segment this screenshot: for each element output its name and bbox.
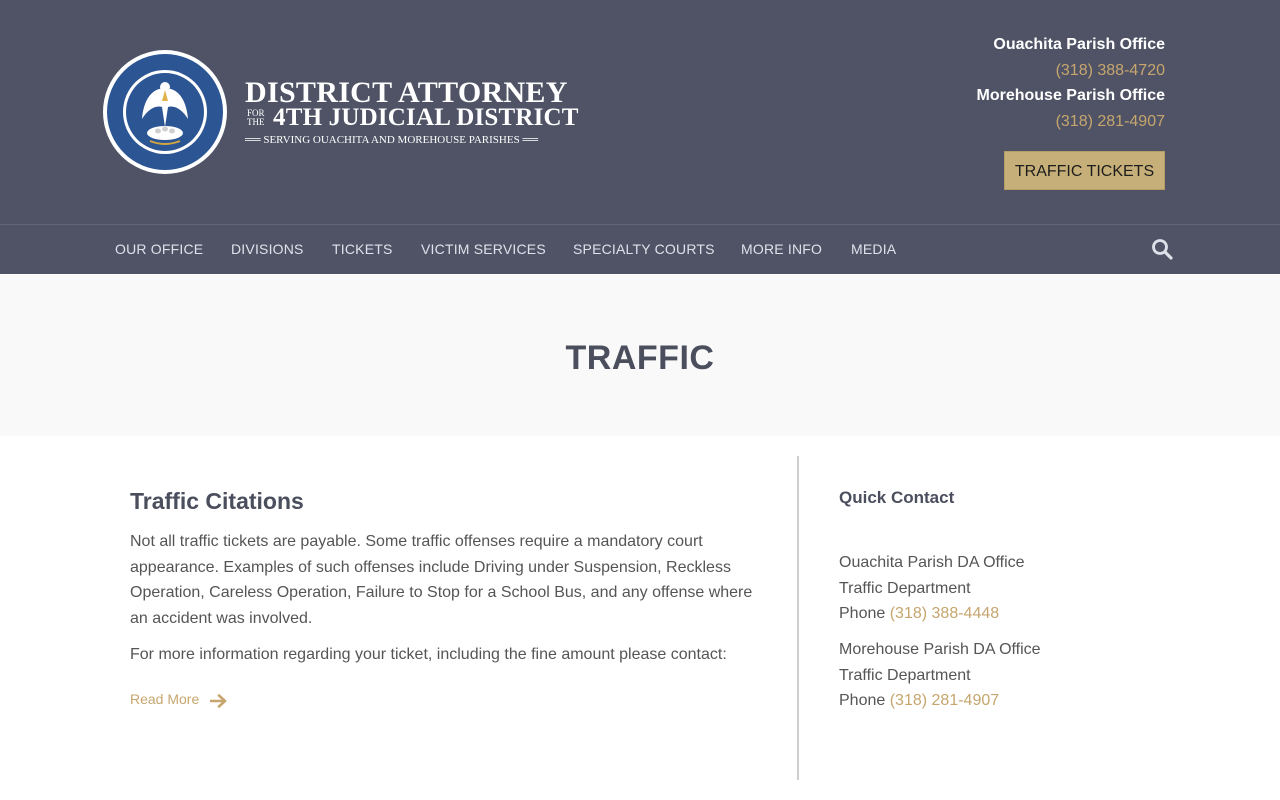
- header-office-phone[interactable]: (318) 388-4720: [977, 58, 1165, 84]
- header-office-phone[interactable]: (318) 281-4907: [977, 109, 1165, 135]
- read-more-label: Read More: [130, 691, 200, 707]
- contact-office: Ouachita Parish DA Office: [839, 554, 1025, 571]
- contact-block: Morehouse Parish DA Office Traffic Depar…: [839, 637, 1041, 714]
- arrow-right-icon: [210, 694, 227, 708]
- contact-phone[interactable]: (318) 388-4448: [890, 605, 999, 622]
- header-contact: Ouachita Parish Office (318) 388-4720 Mo…: [977, 32, 1166, 134]
- nav-item-our-office[interactable]: OUR OFFICE: [115, 225, 203, 274]
- nav-item-victim-services[interactable]: VICTIM SERVICES: [421, 225, 546, 274]
- quick-contact-sidebar: Quick Contact Ouachita Parish DA Office …: [839, 488, 1159, 709]
- contact-phone-row: Phone (318) 388-4448: [839, 601, 1025, 627]
- traffic-tickets-button[interactable]: TRAFFIC TICKETS: [1004, 151, 1165, 190]
- sidebar-heading: Quick Contact: [839, 488, 955, 507]
- louisiana-seal-logo[interactable]: [102, 49, 228, 175]
- site-header: DISTRICT ATTORNEY FOR THE 4TH JUDICIAL DI…: [0, 0, 1280, 224]
- contact-phone-label: Phone: [839, 605, 886, 622]
- body-paragraph: Not all traffic tickets are payable. Som…: [130, 533, 753, 627]
- nav-item-specialty-courts[interactable]: SPECIALTY COURTS: [573, 225, 715, 274]
- contact-phone-row: Phone (318) 281-4907: [839, 688, 1041, 714]
- section-heading: Traffic Citations: [130, 488, 304, 514]
- main-content: Traffic Citations Not all traffic ticket…: [130, 488, 760, 708]
- page-title: TRAFFIC: [565, 339, 715, 377]
- brand-for-the: FOR THE: [247, 108, 265, 127]
- read-more-link[interactable]: Read More: [130, 691, 227, 708]
- contact-office: Morehouse Parish DA Office: [839, 641, 1041, 658]
- contact-dept: Traffic Department: [839, 579, 971, 597]
- body-paragraph: For more information regarding your tick…: [130, 646, 727, 663]
- main-nav: OUR OFFICE DIVISIONS TICKETS VICTIM SERV…: [0, 224, 1280, 274]
- column-divider: [797, 456, 799, 780]
- brand-tagline: ══ SERVING OUACHITA AND MOREHOUSE PARISH…: [245, 134, 539, 146]
- contact-phone[interactable]: (318) 281-4907: [890, 692, 999, 709]
- page-hero: TRAFFIC: [0, 275, 1280, 436]
- contact-block: Ouachita Parish DA Office Traffic Depart…: [839, 550, 1025, 627]
- nav-item-tickets[interactable]: TICKETS: [332, 225, 393, 274]
- nav-item-divisions[interactable]: DIVISIONS: [231, 225, 304, 274]
- contact-dept: Traffic Department: [839, 666, 971, 684]
- header-office-name: Ouachita Parish Office: [993, 36, 1165, 53]
- contact-phone-label: Phone: [839, 692, 886, 709]
- header-office-name: Morehouse Parish Office: [976, 87, 1166, 104]
- nav-item-media[interactable]: MEDIA: [851, 225, 896, 274]
- search-icon[interactable]: [1151, 238, 1173, 260]
- brand-subtitle: 4TH JUDICIAL DISTRICT: [273, 104, 579, 131]
- nav-item-more-info[interactable]: MORE INFO: [741, 225, 822, 274]
